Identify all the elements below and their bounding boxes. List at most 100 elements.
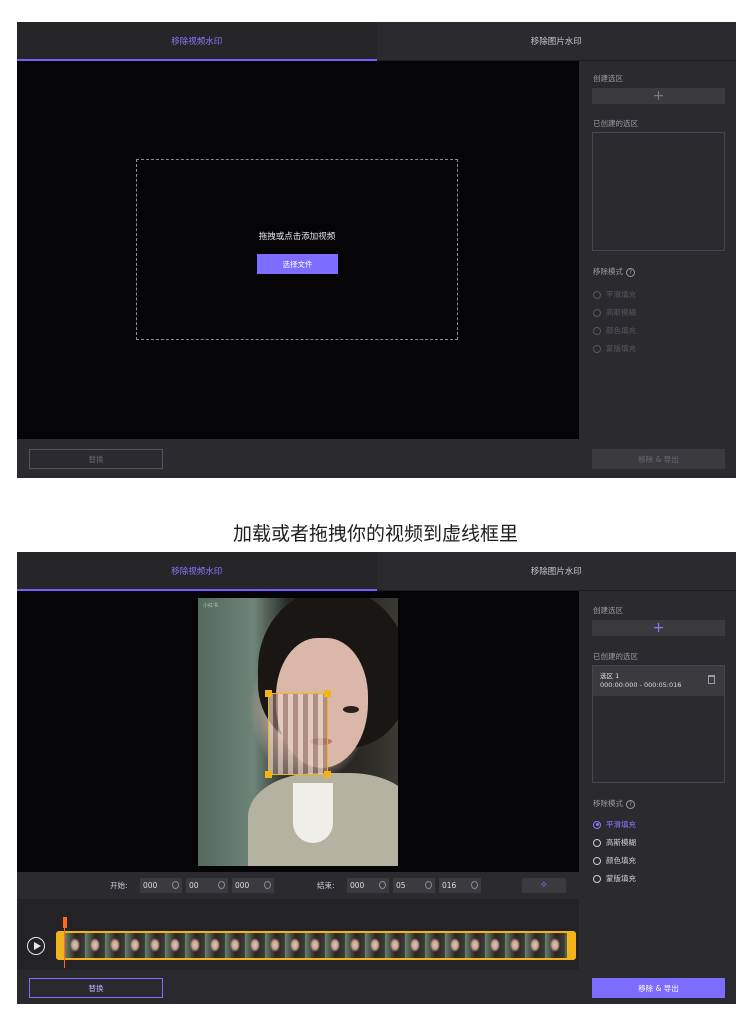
action-bar: 替换 移除 & 导出 bbox=[17, 439, 736, 478]
frame-thumbnail bbox=[465, 933, 485, 958]
export-button[interactable]: 移除 & 导出 bbox=[592, 978, 725, 998]
create-region-label: 创建选区 bbox=[593, 74, 623, 83]
resize-handle-bl[interactable] bbox=[265, 771, 272, 778]
add-region-button[interactable]: + bbox=[592, 88, 725, 104]
region-list: 选区 1 000:00:000 - 000:05:016 bbox=[592, 665, 725, 783]
video-drop-zone[interactable]: 拖拽或点击添加视频 选择文件 bbox=[136, 159, 458, 340]
mode-option-mask[interactable]: 蒙版填充 bbox=[593, 343, 636, 354]
add-region-button[interactable]: + bbox=[592, 620, 725, 636]
radio-icon bbox=[593, 820, 601, 829]
spinner-icon bbox=[379, 881, 386, 889]
radio-icon bbox=[593, 290, 601, 299]
frame-thumbnail bbox=[85, 933, 105, 958]
tab-remove-image-watermark[interactable]: 移除图片水印 bbox=[376, 552, 736, 591]
end-minutes-input[interactable]: 000 bbox=[347, 878, 389, 893]
frame-thumbnail bbox=[445, 933, 465, 958]
plus-icon: + bbox=[652, 620, 665, 636]
collar-shape bbox=[293, 783, 333, 843]
tab-remove-video-watermark[interactable]: 移除视频水印 bbox=[17, 22, 377, 61]
help-icon[interactable]: ? bbox=[626, 267, 635, 277]
end-label: 结束: bbox=[317, 881, 335, 890]
frame-thumbnail bbox=[545, 933, 565, 958]
video-watermark-tag: 小红书 bbox=[203, 603, 219, 609]
set-current-time-button[interactable]: ✧ bbox=[522, 878, 566, 893]
radio-icon bbox=[593, 344, 601, 353]
frame-thumbnail bbox=[205, 933, 225, 958]
editor-panel-empty: 移除视频水印 移除图片水印 拖拽或点击添加视频 选择文件 创建选区 + 已创建的… bbox=[17, 22, 736, 478]
tab-remove-image-watermark[interactable]: 移除图片水印 bbox=[376, 22, 736, 61]
trash-icon[interactable] bbox=[708, 675, 715, 684]
frame-thumbnail bbox=[525, 933, 545, 958]
resize-handle-tl[interactable] bbox=[265, 690, 272, 697]
select-file-button[interactable]: 选择文件 bbox=[257, 254, 338, 274]
drop-prompt: 拖拽或点击添加视频 bbox=[258, 232, 336, 242]
export-button[interactable]: 移除 & 导出 bbox=[592, 449, 725, 469]
eye-shape bbox=[343, 706, 359, 713]
frame-thumbnail bbox=[265, 933, 285, 958]
end-seconds-input[interactable]: 05 bbox=[393, 878, 435, 893]
mode-option-gaussian[interactable]: 高斯模糊 bbox=[593, 837, 636, 848]
frame-thumbnail bbox=[65, 933, 85, 958]
play-icon[interactable] bbox=[27, 937, 45, 955]
spinner-icon bbox=[425, 881, 432, 889]
end-ms-input[interactable]: 016 bbox=[439, 878, 481, 893]
resize-handle-br[interactable] bbox=[324, 771, 331, 778]
editor-panel-loaded: 移除视频水印 移除图片水印 小红书 开始: 000 00 000 结束: 000 bbox=[17, 552, 736, 1004]
radio-icon bbox=[593, 874, 601, 883]
settings-sidebar: 创建选区 + 已创建的选区 移除模式? 平滑填充 高斯模糊 颜色填充 蒙版填充 bbox=[579, 61, 736, 439]
action-bar: 替换 移除 & 导出 bbox=[17, 970, 736, 1004]
frame-thumbnail bbox=[325, 933, 345, 958]
frame-thumbnail bbox=[165, 933, 185, 958]
tab-remove-video-watermark[interactable]: 移除视频水印 bbox=[17, 552, 377, 591]
frame-strip[interactable] bbox=[56, 931, 576, 960]
removal-mode-label: 移除模式? bbox=[593, 798, 635, 809]
region-list bbox=[592, 132, 725, 251]
timeline bbox=[17, 899, 579, 970]
tab-bar: 移除视频水印 移除图片水印 bbox=[17, 552, 736, 591]
frame-thumbnail bbox=[225, 933, 245, 958]
start-ms-input[interactable]: 000 bbox=[232, 878, 274, 893]
playhead-handle[interactable] bbox=[63, 917, 67, 928]
spinner-icon bbox=[172, 881, 179, 889]
video-frame: 小红书 bbox=[198, 598, 398, 866]
frame-thumbnail bbox=[405, 933, 425, 958]
frame-thumbnail bbox=[365, 933, 385, 958]
region-item[interactable]: 选区 1 000:00:000 - 000:05:016 bbox=[593, 666, 724, 696]
video-stage: 小红书 bbox=[17, 591, 579, 872]
frame-thumbnail bbox=[425, 933, 445, 958]
mode-option-mask[interactable]: 蒙版填充 bbox=[593, 873, 636, 884]
mode-option-smooth[interactable]: 平滑填充 bbox=[593, 819, 636, 830]
playhead-line bbox=[64, 928, 65, 968]
radio-icon bbox=[593, 326, 601, 335]
frame-thumbnail bbox=[485, 933, 505, 958]
region-name: 选区 1 bbox=[600, 672, 620, 680]
mode-option-color[interactable]: 颜色填充 bbox=[593, 855, 636, 866]
radio-icon bbox=[593, 856, 601, 865]
instruction-caption: 加载或者拖拽你的视频到虚线框里 bbox=[232, 523, 518, 545]
replace-button[interactable]: 替换 bbox=[29, 449, 163, 469]
spinner-icon bbox=[218, 881, 225, 889]
help-icon[interactable]: ? bbox=[626, 799, 635, 809]
frame-thumbnail bbox=[105, 933, 125, 958]
mode-option-gaussian[interactable]: 高斯模糊 bbox=[593, 307, 636, 318]
region-time: 000:00:000 - 000:05:016 bbox=[600, 681, 682, 689]
radio-icon bbox=[593, 308, 601, 317]
created-regions-label: 已创建的选区 bbox=[593, 652, 638, 661]
spinner-icon bbox=[264, 881, 271, 889]
create-region-label: 创建选区 bbox=[593, 606, 623, 615]
start-seconds-input[interactable]: 00 bbox=[186, 878, 228, 893]
replace-button[interactable]: 替换 bbox=[29, 978, 163, 998]
video-stage: 拖拽或点击添加视频 选择文件 bbox=[17, 61, 579, 439]
frame-thumbnail bbox=[145, 933, 165, 958]
plus-icon: + bbox=[652, 88, 665, 104]
spinner-icon bbox=[471, 881, 478, 889]
frame-thumbnail bbox=[305, 933, 325, 958]
mode-option-color[interactable]: 颜色填充 bbox=[593, 325, 636, 336]
mode-option-smooth[interactable]: 平滑填充 bbox=[593, 289, 636, 300]
start-label: 开始: bbox=[110, 881, 128, 890]
start-minutes-input[interactable]: 000 bbox=[140, 878, 182, 893]
resize-handle-tr[interactable] bbox=[324, 690, 331, 697]
frame-thumbnail bbox=[505, 933, 525, 958]
created-regions-label: 已创建的选区 bbox=[593, 119, 638, 128]
selection-box[interactable] bbox=[265, 690, 331, 778]
